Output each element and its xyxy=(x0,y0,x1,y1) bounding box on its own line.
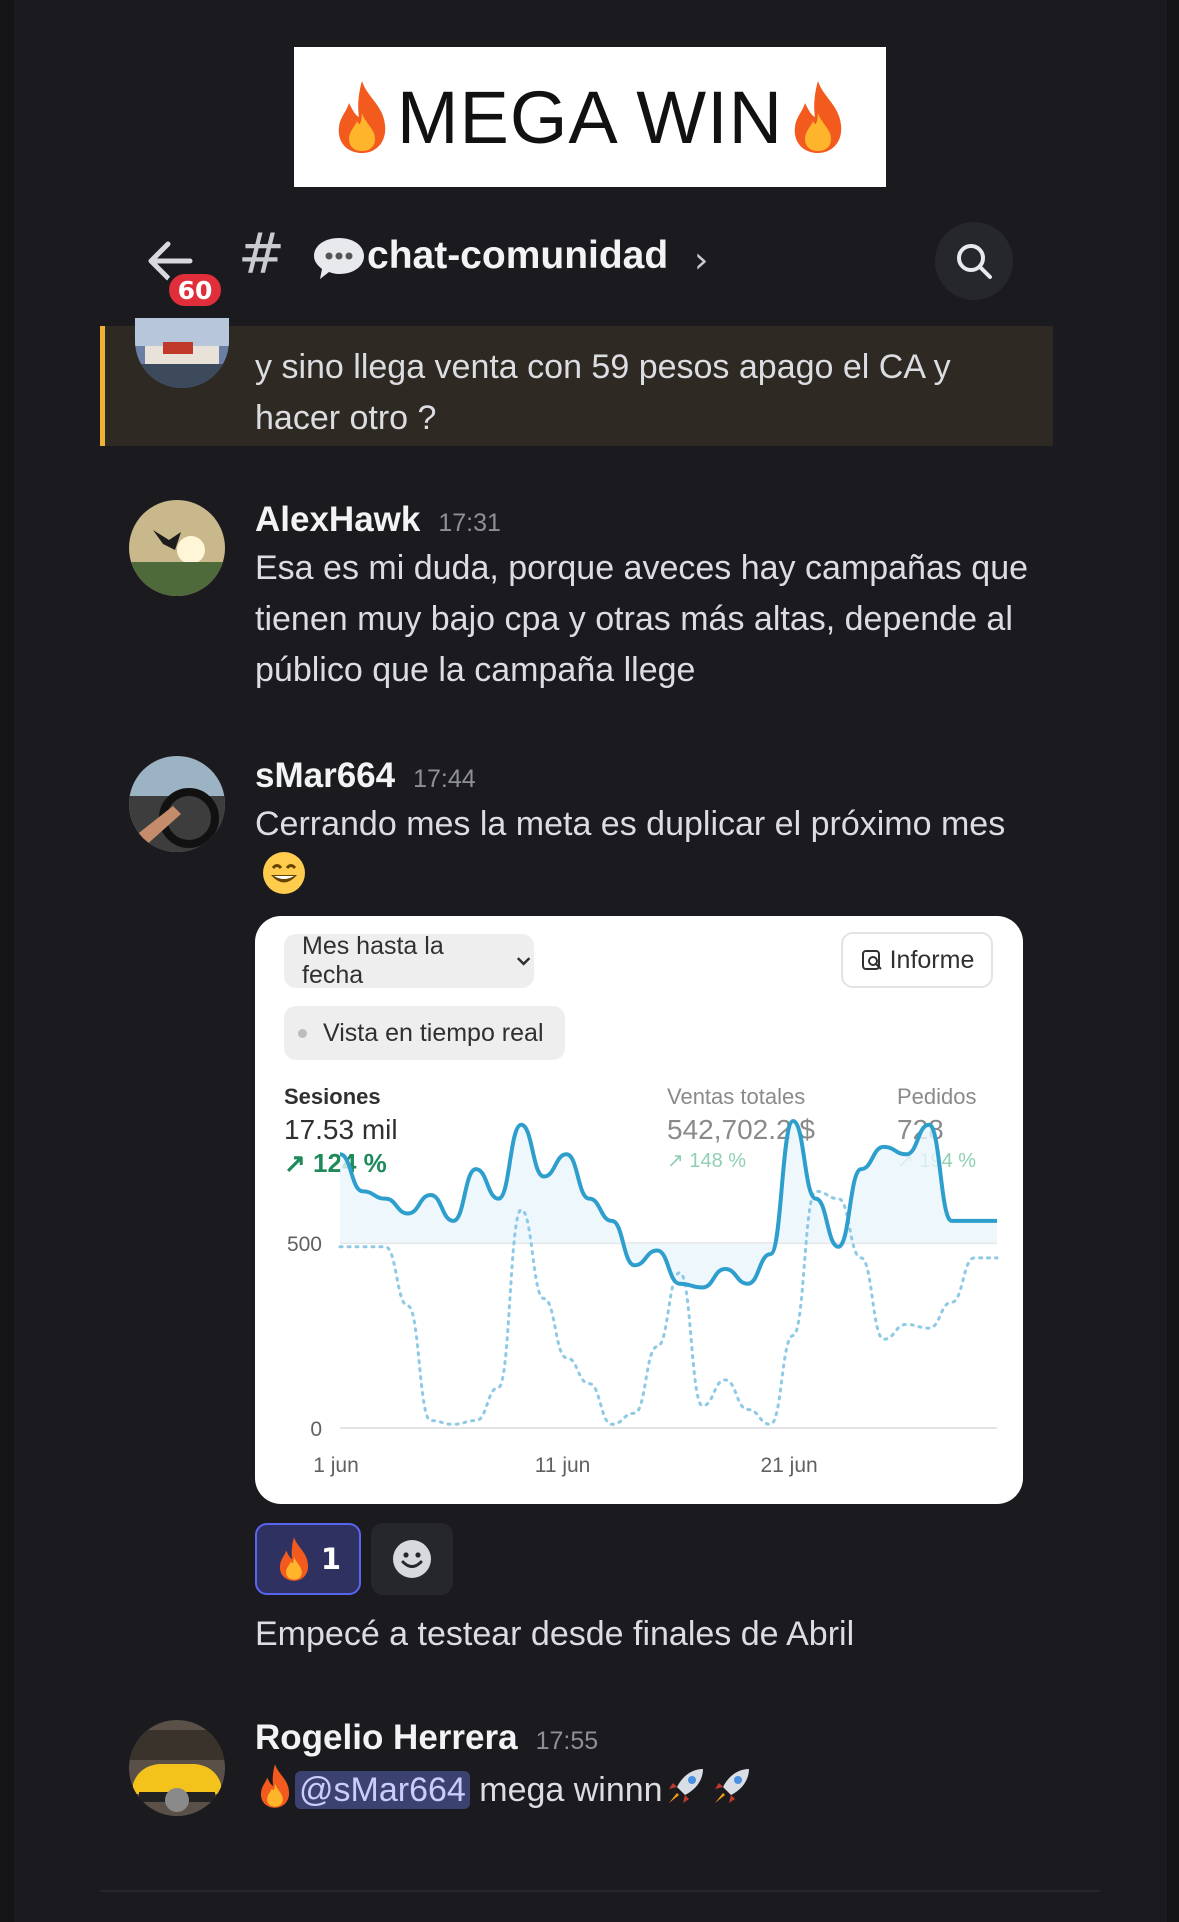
search-button[interactable] xyxy=(935,222,1013,300)
message-text: Cerrando mes la meta es duplicar el próx… xyxy=(255,799,1035,901)
analytics-image[interactable]: Mes hasta la fecha Vista en tiempo real … xyxy=(255,916,1023,1504)
mega-win-banner: MEGA WIN xyxy=(294,47,886,187)
fire-icon xyxy=(279,1537,308,1581)
channel-name[interactable]: chat-comunidad xyxy=(367,234,668,278)
reaction-count: 1 xyxy=(320,1542,342,1576)
author-name[interactable]: AlexHawk 17:31 xyxy=(255,500,501,540)
grinning-emoji-icon xyxy=(263,852,305,894)
author-name[interactable]: sMar664 17:44 xyxy=(255,756,476,796)
fire-icon xyxy=(338,81,386,153)
message-text: @sMar664 mega winnn xyxy=(255,1763,1035,1816)
user-mention[interactable]: @sMar664 xyxy=(295,1771,470,1809)
banner-title: MEGA WIN xyxy=(396,75,784,159)
message-text: y sino llega venta con 59 pesos apago el… xyxy=(255,348,951,437)
search-icon xyxy=(957,244,992,279)
x-tick-label: 11 jun xyxy=(535,1454,591,1477)
hash-icon: # xyxy=(238,222,285,287)
add-reaction-button[interactable] xyxy=(371,1523,453,1595)
fire-reaction[interactable]: 1 xyxy=(255,1523,361,1595)
chevron-right-icon[interactable]: › xyxy=(694,240,708,281)
timestamp: 17:55 xyxy=(535,1727,599,1755)
channel-header: 60 # chat-comunidad › xyxy=(0,218,1179,310)
avatar[interactable] xyxy=(129,500,225,596)
message-text: Empecé a testear desde finales de Abril xyxy=(255,1615,855,1653)
y-tick-label: 0 xyxy=(310,1418,322,1441)
highlighted-message[interactable]: y sino llega venta con 59 pesos apago el… xyxy=(100,318,1053,446)
smiley-icon xyxy=(393,1540,431,1578)
unread-badge: 60 xyxy=(165,270,225,310)
x-tick-label: 1 jun xyxy=(313,1454,359,1477)
avatar[interactable] xyxy=(129,1720,225,1816)
timestamp: 17:31 xyxy=(438,509,501,537)
sessions-line-chart: 0 500 1 jun 11 jun 21 jun xyxy=(287,1119,999,1477)
speech-bubble-icon xyxy=(314,238,364,279)
timestamp: 17:44 xyxy=(413,765,476,793)
composer-divider xyxy=(100,1890,1100,1892)
fire-icon xyxy=(794,81,842,153)
fire-icon xyxy=(260,1764,290,1808)
avatar[interactable] xyxy=(129,756,225,852)
x-tick-label: 21 jun xyxy=(760,1454,817,1477)
author-name[interactable]: Rogelio Herrera 17:55 xyxy=(255,1718,598,1758)
rocket-icon xyxy=(668,1769,703,1803)
avatar[interactable] xyxy=(135,318,229,388)
rocket-icon xyxy=(714,1769,749,1803)
y-tick-label: 500 xyxy=(287,1233,322,1256)
message-text: Esa es mi duda, porque aveces hay campañ… xyxy=(255,549,1029,689)
